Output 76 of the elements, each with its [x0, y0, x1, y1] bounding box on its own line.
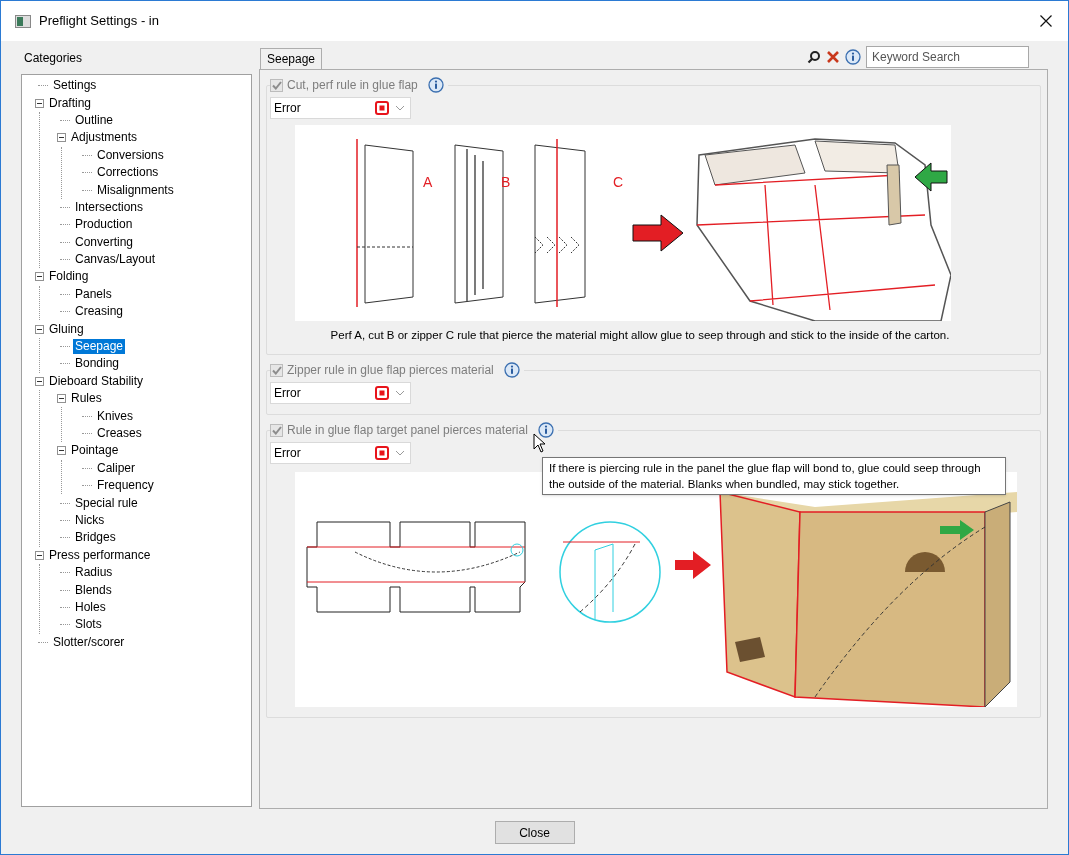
tree-item[interactable]: Rules	[69, 391, 104, 407]
collapse-icon[interactable]	[35, 324, 44, 334]
tree-item[interactable]: Intersections	[73, 199, 146, 215]
error-icon	[375, 101, 389, 115]
arrow-icon	[675, 551, 711, 580]
tree-item[interactable]: Drafting	[47, 95, 94, 111]
chevron-down-icon	[395, 390, 405, 397]
arrow-icon	[632, 214, 684, 252]
arrow-icon	[940, 520, 974, 541]
checkbox-label: Cut, perf rule in glue flap	[287, 77, 418, 94]
tree-item[interactable]: Press performance	[47, 547, 153, 563]
tree-item[interactable]: Settings	[51, 78, 99, 94]
collapse-icon[interactable]	[35, 376, 44, 386]
tree-item[interactable]: Radius	[73, 565, 115, 581]
tree-item[interactable]: Frequency	[95, 478, 156, 494]
tree-item[interactable]: Slots	[73, 617, 104, 633]
tree-item[interactable]: Caliper	[95, 460, 137, 476]
tree-item[interactable]: Converting	[73, 234, 136, 250]
tree-item[interactable]: Pointage	[69, 443, 121, 459]
chevron-down-icon	[395, 450, 405, 457]
tree-item[interactable]: Special rule	[73, 495, 140, 511]
tree-item[interactable]: Panels	[73, 286, 114, 302]
tree-item[interactable]: Folding	[47, 269, 91, 285]
tree-item[interactable]: Bonding	[73, 356, 122, 372]
diagram-label: C	[613, 174, 624, 190]
tree-item[interactable]: Nicks	[73, 512, 107, 528]
tree-item[interactable]: Holes	[73, 599, 108, 615]
arrow-icon	[914, 162, 948, 192]
tree-item[interactable]: Canvas/Layout	[73, 252, 158, 268]
error-icon	[375, 386, 389, 401]
tree-item[interactable]: Dieboard Stability	[47, 373, 146, 389]
tree-item[interactable]: Misalignments	[95, 182, 176, 198]
collapse-icon[interactable]	[57, 394, 66, 404]
cursor-icon	[533, 433, 547, 454]
info-icon[interactable]	[845, 49, 861, 65]
window-title: Preflight Settings - in	[39, 12, 160, 31]
tree-item[interactable]: Corrections	[95, 165, 161, 181]
diagram-label: B	[501, 174, 511, 190]
keyword-search-field[interactable]: Keyword Search	[866, 46, 1029, 68]
figure-caption: Perf A, cut B or zipper C rule that pierce the material might allow glue to seep through and stick to the inside of the carton.	[329, 328, 951, 343]
collapse-icon[interactable]	[57, 446, 66, 456]
tree-item[interactable]: Bridges	[73, 530, 118, 546]
tree-item[interactable]: Adjustments	[69, 130, 140, 146]
tree-item[interactable]: Slotter/scorer	[51, 634, 127, 650]
collapse-icon[interactable]	[57, 133, 66, 143]
tree-item[interactable]: Outline	[73, 112, 116, 128]
tree-item[interactable]: Creases	[95, 426, 144, 441]
tab[interactable]: Seepage	[260, 48, 323, 69]
tree-item[interactable]: Production	[73, 217, 135, 233]
error-icon	[375, 446, 389, 461]
tree-item[interactable]: Blends	[73, 582, 114, 598]
info-icon[interactable]	[537, 422, 554, 439]
clear-icon[interactable]	[826, 50, 840, 64]
checkmark-icon	[271, 425, 282, 435]
app-icon	[15, 14, 31, 28]
checkmark-icon	[271, 80, 282, 90]
checkbox-label: Rule in glue flap target panel pierces material	[287, 422, 528, 440]
close-button[interactable]: Close	[494, 821, 575, 844]
collapse-icon[interactable]	[35, 550, 44, 560]
tree-item[interactable]: Creasing	[73, 304, 126, 320]
categories-heading: Categories	[23, 50, 84, 67]
collapse-icon[interactable]	[35, 98, 44, 108]
search-icon[interactable]	[807, 50, 821, 64]
info-icon[interactable]	[427, 77, 444, 93]
tree-item[interactable]: Seepage	[73, 339, 126, 355]
tree-item[interactable]: Conversions	[95, 147, 166, 163]
checkbox-label: Zipper rule in glue flap pierces material	[287, 362, 494, 380]
close-icon[interactable]	[1040, 15, 1052, 27]
tooltip: If there is piercing rule in the panel the glue flap will bond to, glue could seep through the outside of the material. Blanks when bundled, may stick together.	[542, 457, 1006, 496]
chevron-down-icon	[395, 105, 405, 111]
tree-item[interactable]: Knives	[95, 408, 136, 424]
tree-item[interactable]: Gluing	[47, 321, 86, 337]
checkmark-icon	[271, 365, 282, 375]
diagram-label: A	[423, 174, 433, 190]
collapse-icon[interactable]	[35, 272, 44, 282]
info-icon[interactable]	[503, 362, 520, 379]
